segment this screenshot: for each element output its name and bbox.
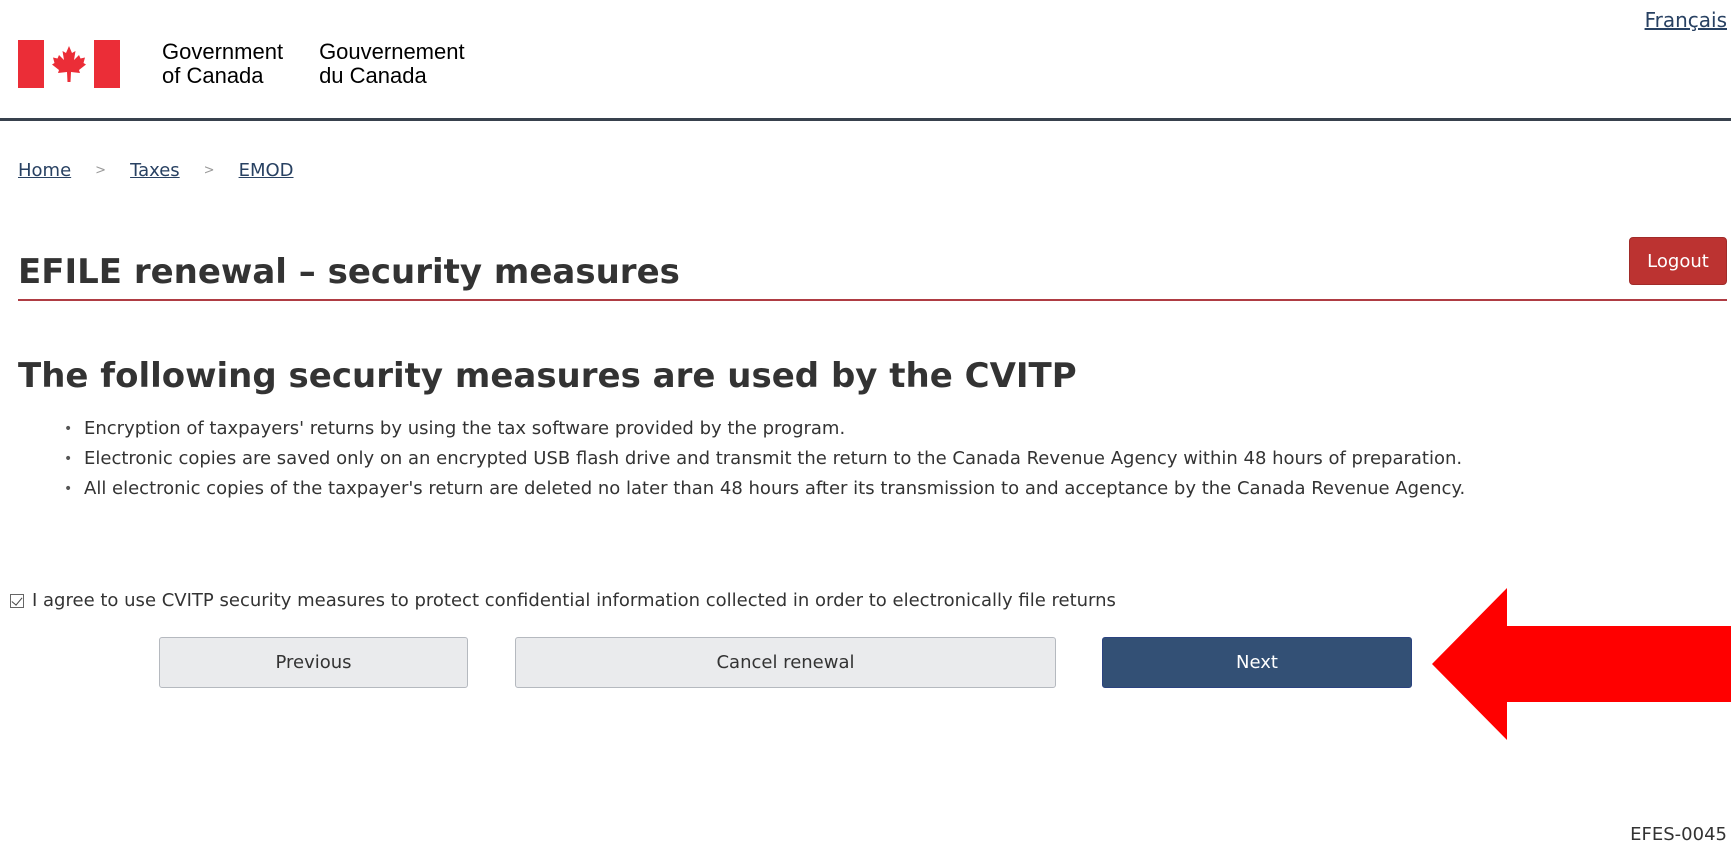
government-signature: Government of Canada Gouvernement du Can… — [18, 40, 465, 88]
agreement-checkbox-row[interactable]: I agree to use CVITP security measures t… — [10, 590, 1116, 611]
title-underline — [18, 299, 1727, 301]
cancel-renewal-button[interactable]: Cancel renewal — [515, 637, 1056, 688]
canada-flag-icon — [18, 40, 120, 88]
signature-fr-line2: du Canada — [319, 63, 427, 88]
breadcrumb-separator-icon: > — [203, 163, 215, 178]
agreement-checkbox[interactable] — [10, 593, 24, 608]
section-heading: The following security measures are used… — [18, 356, 1077, 396]
signature-fr-line1: Gouvernement — [319, 39, 465, 64]
page-identifier: EFES-0045 — [1630, 824, 1727, 845]
list-item: All electronic copies of the taxpayer's … — [64, 474, 1710, 504]
next-button[interactable]: Next — [1102, 637, 1412, 688]
previous-button[interactable]: Previous — [159, 637, 468, 688]
list-item: Encryption of taxpayers' returns by usin… — [64, 414, 1710, 444]
breadcrumb-separator-icon: > — [95, 163, 107, 178]
list-item: Electronic copies are saved only on an e… — [64, 444, 1710, 474]
logout-button[interactable]: Logout — [1629, 237, 1727, 285]
breadcrumb-emod-link[interactable]: EMOD — [239, 160, 294, 181]
annotation-arrow-icon — [1432, 588, 1731, 740]
breadcrumb-taxes-link[interactable]: Taxes — [130, 160, 180, 181]
agreement-label: I agree to use CVITP security measures t… — [32, 590, 1116, 611]
breadcrumb-home-link[interactable]: Home — [18, 160, 71, 181]
signature-en-line1: Government — [162, 39, 284, 64]
language-toggle-link[interactable]: Français — [1645, 8, 1727, 32]
page-title: EFILE renewal – security measures — [18, 252, 680, 292]
security-measures-list: Encryption of taxpayers' returns by usin… — [64, 414, 1710, 504]
breadcrumb: Home > Taxes > EMOD — [18, 160, 294, 181]
header-divider — [0, 118, 1731, 121]
signature-en-line2: of Canada — [162, 63, 264, 88]
